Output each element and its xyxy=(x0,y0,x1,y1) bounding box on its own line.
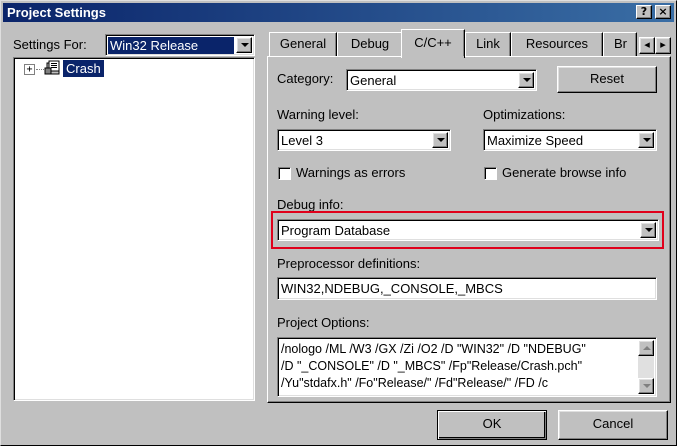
scroll-down-button[interactable] xyxy=(638,378,654,394)
project-settings-dialog: Project Settings ? × Settings For: Win32… xyxy=(0,0,677,446)
tab-cpp[interactable]: C/C++ xyxy=(401,29,465,58)
debug-info-dropdown-button[interactable] xyxy=(640,222,656,238)
active-tab-joint xyxy=(402,56,464,58)
settings-for-dropdown-button[interactable] xyxy=(236,37,252,53)
project-icon xyxy=(44,60,62,76)
tab-scroll-right-button[interactable]: ▸ xyxy=(655,37,671,54)
category-combo[interactable]: General xyxy=(346,69,537,91)
project-options-line: /nologo /ML /W3 /GX /Zi /O2 /D "WIN32" /… xyxy=(281,342,586,356)
project-options-textarea[interactable]: /nologo /ML /W3 /GX /Zi /O2 /D "WIN32" /… xyxy=(277,337,657,397)
tree-item-crash[interactable]: Crash xyxy=(63,60,104,77)
chevron-down-icon xyxy=(437,138,445,142)
debug-info-value: Program Database xyxy=(281,223,391,238)
warning-level-value: Level 3 xyxy=(281,133,323,148)
tree-connector xyxy=(36,69,44,70)
title-bar[interactable]: Project Settings ? × xyxy=(3,3,674,22)
close-icon: × xyxy=(658,5,668,18)
scroll-up-button[interactable] xyxy=(638,340,654,356)
arrow-left-icon: ◂ xyxy=(644,39,650,51)
tab-browse[interactable]: Br xyxy=(603,32,637,56)
chevron-down-icon xyxy=(643,138,651,142)
ok-button[interactable]: OK xyxy=(437,410,547,440)
warnings-as-errors-checkbox[interactable] xyxy=(278,167,291,180)
tab-debug[interactable]: Debug xyxy=(337,32,403,56)
optimizations-dropdown-button[interactable] xyxy=(638,132,654,148)
warning-level-combo[interactable]: Level 3 xyxy=(277,129,451,151)
arrow-right-icon: ▸ xyxy=(660,39,666,51)
cancel-button[interactable]: Cancel xyxy=(558,410,668,440)
settings-for-combo[interactable]: Win32 Release xyxy=(105,34,255,56)
tab-link[interactable]: Link xyxy=(465,32,511,56)
chevron-down-icon xyxy=(643,384,651,388)
category-label: Category: xyxy=(277,71,334,86)
optimizations-label: Optimizations: xyxy=(483,107,566,122)
project-tree[interactable]: + Crash xyxy=(13,57,255,401)
tab-resources[interactable]: Resources xyxy=(511,32,603,56)
project-options-line: /D "_CONSOLE" /D "_MBCS" /Fp"Release/Cra… xyxy=(281,359,583,373)
warning-level-label: Warning level: xyxy=(277,107,359,122)
chevron-down-icon xyxy=(523,78,531,82)
category-value: General xyxy=(350,73,397,88)
help-icon: ? xyxy=(640,5,648,18)
chevron-down-icon xyxy=(645,228,653,232)
project-options-line: /Yu"stdafx.h" /Fo"Release/" /Fd"Release/… xyxy=(281,376,549,390)
optimizations-value: Maximize Speed xyxy=(487,133,584,148)
window-title: Project Settings xyxy=(7,5,106,20)
settings-for-label: Settings For: xyxy=(13,37,87,52)
project-options-text: /nologo /ML /W3 /GX /Zi /O2 /D "WIN32" /… xyxy=(281,341,586,392)
help-button[interactable]: ? xyxy=(636,5,652,19)
project-options-label: Project Options: xyxy=(277,315,370,330)
optimizations-combo[interactable]: Maximize Speed xyxy=(483,129,657,151)
debug-info-label: Debug info: xyxy=(277,197,344,212)
tab-general[interactable]: General xyxy=(269,32,337,56)
tab-scroll-left-button[interactable]: ◂ xyxy=(639,37,655,54)
debug-info-combo[interactable]: Program Database xyxy=(277,219,659,241)
category-dropdown-button[interactable] xyxy=(518,72,534,88)
chevron-up-icon xyxy=(643,346,651,350)
settings-for-value: Win32 Release xyxy=(108,37,234,54)
chevron-down-icon xyxy=(241,43,249,47)
project-options-scrollbar[interactable] xyxy=(638,340,654,394)
generate-browse-info-checkbox[interactable] xyxy=(484,167,497,180)
preprocessor-definitions-value: WIN32,NDEBUG,_CONSOLE,_MBCS xyxy=(281,281,503,296)
warnings-as-errors-label[interactable]: Warnings as errors xyxy=(296,165,405,180)
preprocessor-definitions-label: Preprocessor definitions: xyxy=(277,256,421,271)
tree-expander[interactable]: + xyxy=(24,64,35,75)
preprocessor-definitions-input[interactable]: WIN32,NDEBUG,_CONSOLE,_MBCS xyxy=(277,277,657,300)
generate-browse-info-label[interactable]: Generate browse info xyxy=(502,165,626,180)
close-button[interactable]: × xyxy=(655,5,671,19)
warning-level-dropdown-button[interactable] xyxy=(432,132,448,148)
reset-button[interactable]: Reset xyxy=(557,66,657,93)
